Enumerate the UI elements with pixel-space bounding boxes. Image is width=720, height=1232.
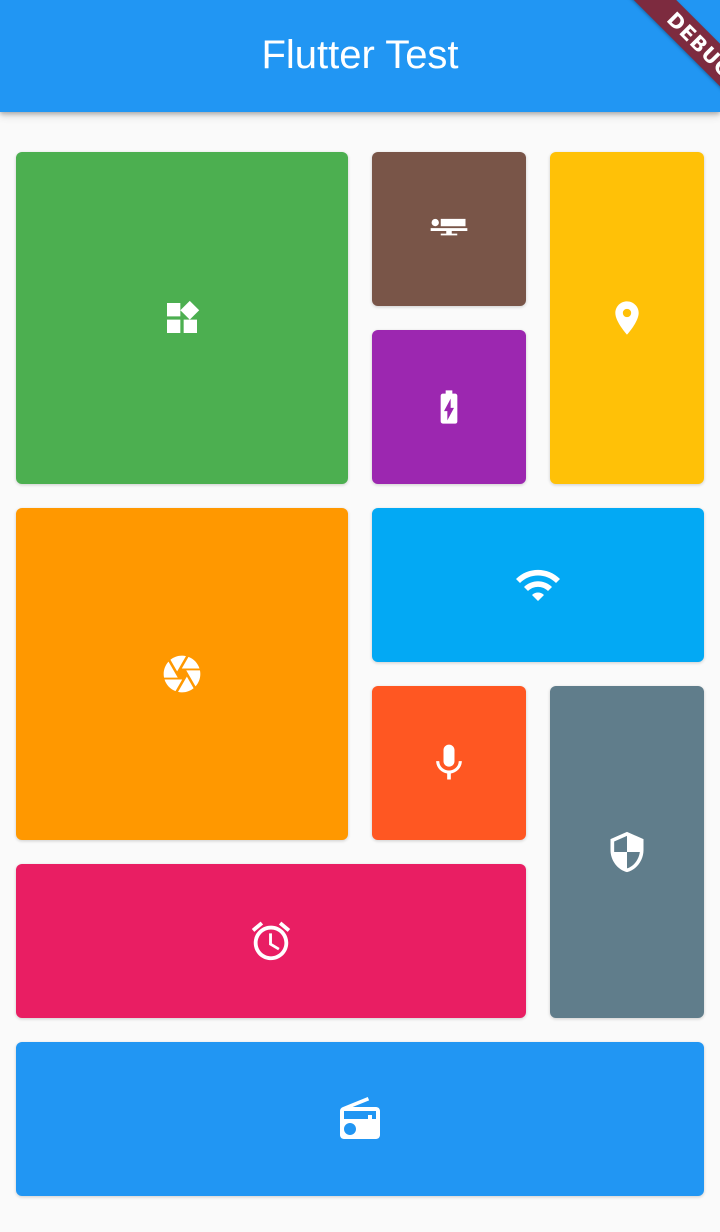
hotel-icon (427, 207, 471, 251)
location-pin-icon (607, 298, 647, 338)
tile-alarm[interactable] (16, 864, 526, 1018)
widgets-icon (162, 298, 202, 338)
radio-icon (336, 1095, 384, 1143)
app-bar: Flutter Test (0, 0, 720, 112)
wifi-icon (514, 561, 562, 609)
tile-wifi[interactable] (372, 508, 704, 662)
tile-battery[interactable] (372, 330, 526, 484)
tile-security[interactable] (550, 686, 704, 1018)
alarm-icon (248, 918, 294, 964)
tile-hotel[interactable] (372, 152, 526, 306)
mic-icon (427, 741, 471, 785)
app-title: Flutter Test (261, 33, 459, 77)
tile-widgets[interactable] (16, 152, 348, 484)
security-shield-icon (605, 830, 649, 874)
tile-location[interactable] (550, 152, 704, 484)
camera-aperture-icon (160, 652, 204, 696)
tile-mic[interactable] (372, 686, 526, 840)
tile-radio[interactable] (16, 1042, 704, 1196)
tile-camera[interactable] (16, 508, 348, 840)
battery-charging-icon (429, 387, 469, 427)
